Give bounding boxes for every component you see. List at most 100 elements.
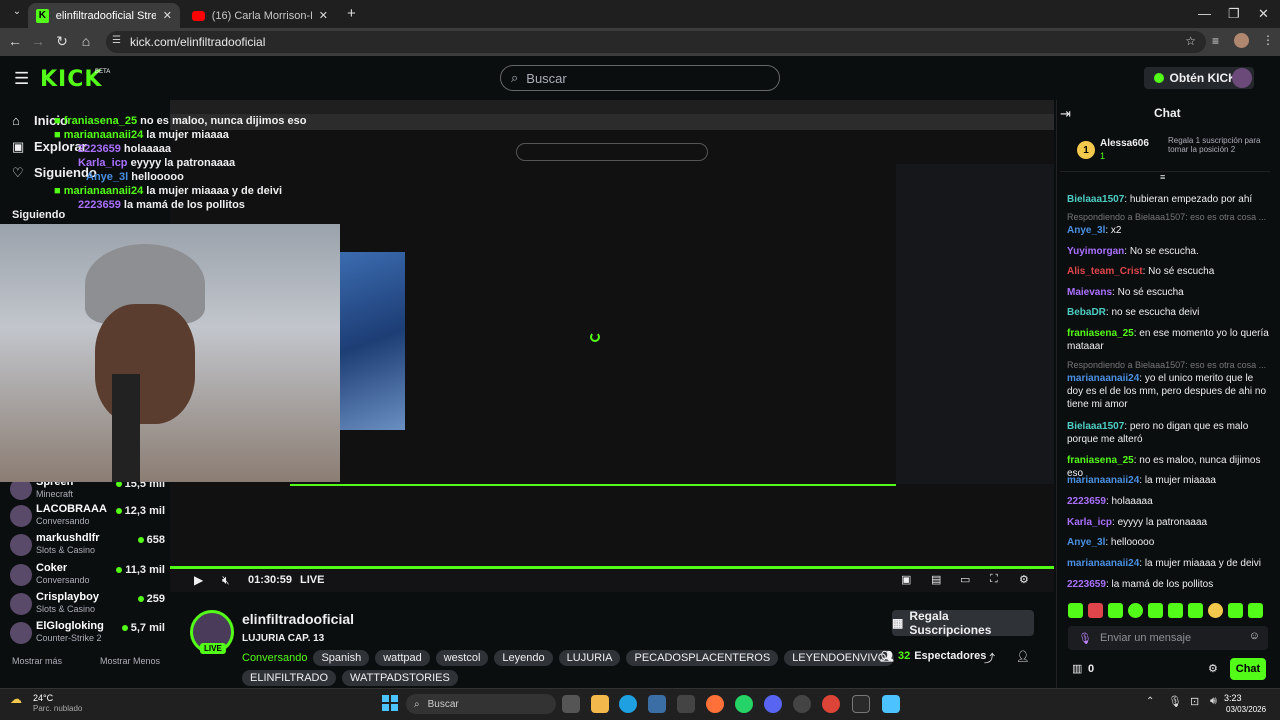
emote-icon[interactable] [1248,603,1263,618]
tag-chip[interactable]: Leyendo [494,650,553,666]
tag-chip[interactable]: LUJURIA [558,650,621,666]
maximize-icon[interactable]: ❐ [1228,6,1240,22]
channel-item-elglogloking[interactable]: ElGlogloking Counter-Strike 2 5,7 mil [10,620,165,650]
fullscreen-icon[interactable]: ⛶ [990,573,998,586]
close-tab-icon[interactable]: ✕ [319,9,328,22]
obs-icon[interactable] [793,695,811,713]
close-tab-icon[interactable]: ✕ [163,9,172,22]
show-more-link[interactable]: Mostrar más [12,656,62,666]
clock-time[interactable]: 3:23 [1224,693,1242,703]
play-icon[interactable]: ▶ [194,573,203,587]
miniplayer-icon[interactable]: ▣ [901,573,911,586]
kick-logo[interactable]: KICK [40,67,102,92]
address-bar[interactable]: ☰ kick.com/elinfiltradooficial ☆ [106,31,1206,53]
site-info-icon[interactable]: ☰ [112,35,121,46]
follow-user-icon[interactable]: 👤︎ [1016,650,1030,663]
tag-chip[interactable]: Spanish [313,650,370,666]
channel-item-markushdlfr[interactable]: markushdlfr Slots & Casino 658 [10,532,165,562]
share-icon[interactable]: ⤴ [984,650,995,666]
emoji-icon[interactable]: ☺ [1249,630,1260,642]
chat-input[interactable]: 🎙︎ Enviar un mensaje ☺ [1068,626,1268,650]
tag-chip[interactable]: WATTPADSTORIES [342,670,458,686]
browser-menu-icon[interactable]: ⋮ [1262,33,1274,47]
overlay-message: 2223659 la mamá de los pollitos [78,199,245,211]
edge-icon[interactable] [619,695,637,713]
file-explorer-icon[interactable] [591,695,609,713]
tag-chip[interactable]: LEYENDOENVIVO [784,650,895,666]
live-indicator: LIVE [300,574,325,586]
tray-chevron-icon[interactable]: ⌃ [1146,696,1154,707]
category-link[interactable]: Conversando [242,652,307,664]
emote-icon[interactable] [1128,603,1143,618]
emote-icon[interactable] [1188,603,1203,618]
nested-progress [290,484,896,486]
theater-mode-icon[interactable]: ▭ [960,573,970,586]
nested-browser-tabbar [170,100,1054,114]
clip-icon[interactable]: ▤ [931,573,941,586]
show-less-link[interactable]: Mostrar Menos [100,656,160,666]
top-gifter-name: Alessa606 [1100,138,1149,149]
home-icon[interactable]: ⌂ [73,33,99,49]
tab-search-icon[interactable]: ⌄ [4,6,30,17]
tag-chip[interactable]: westcol [435,650,489,666]
stream-progress-bar[interactable] [170,566,1054,569]
send-chat-button[interactable]: Chat [1230,658,1266,680]
store-icon[interactable] [648,695,666,713]
kicks-icon[interactable]: ▥ [1072,662,1082,675]
user-avatar[interactable] [1232,68,1252,88]
channel-avatar [10,593,32,615]
whatsapp-icon[interactable] [735,695,753,713]
minimize-icon[interactable]: — [1198,6,1211,21]
epic-games-icon[interactable] [852,695,870,713]
app-icon[interactable] [677,695,695,713]
new-tab-icon[interactable]: + [347,5,356,22]
weather-temp[interactable]: 24°C [33,693,53,703]
chrome-icon[interactable] [822,695,840,713]
tag-chip[interactable]: PECADOSPLACENTEROS [626,650,779,666]
emote-icon[interactable] [1148,603,1163,618]
reload-icon[interactable]: ↻ [49,33,75,50]
emote-icon[interactable] [1208,603,1223,618]
discord-icon[interactable] [764,695,782,713]
gift-subs-button[interactable]: ▦ Regala Suscripciones [892,609,1034,637]
channel-name[interactable]: elinfiltradooficial [242,611,354,627]
task-view-icon[interactable] [562,695,580,713]
channel-item-lacobraaa[interactable]: LACOBRAAA Conversando 12,3 mil [10,503,165,533]
taskbar-search[interactable]: ⌕ Buscar [406,694,556,714]
bookmark-star-icon[interactable]: ☆ [1185,34,1196,48]
emote-icon[interactable] [1108,603,1123,618]
channel-item-crisplayboy[interactable]: Crisplayboy Slots & Casino 259 [10,591,165,621]
emote-icon[interactable] [1228,603,1243,618]
channel-item-coker[interactable]: Coker Conversando 11,3 mil [10,562,165,592]
search-input[interactable]: ⌕ Buscar [500,65,780,91]
chat-settings-icon[interactable]: ⚙ [1208,662,1218,675]
tag-chip[interactable]: ELINFILTRADO [242,670,337,686]
extensions-icon[interactable]: ≡ [1212,34,1219,48]
url-text: kick.com/elinfiltradooficial [130,35,266,49]
forward-icon[interactable]: → [25,33,51,49]
emote-icon[interactable] [1088,603,1103,618]
channel-avatar [10,534,32,556]
mic-tray-icon[interactable]: 🎙︎ [1168,695,1182,708]
microphone-icon[interactable]: 🎙︎ [1078,632,1092,645]
tag-chip[interactable]: wattpad [375,650,430,666]
hamburger-menu-icon[interactable]: ☰ [14,69,29,89]
expand-gifters-icon[interactable]: ≡ [1160,172,1165,182]
tab-youtube[interactable]: (16) Carla Morrison-Disfruto Tr... ✕ [184,3,336,28]
windows-start-icon[interactable] [382,695,398,711]
channel-category: Slots & Casino [36,545,96,555]
settings-icon[interactable]: ⚙ [1019,573,1029,586]
emote-icon[interactable] [1068,603,1083,618]
firefox-icon[interactable] [706,695,724,713]
collapse-chat-icon[interactable]: ⇥ [1060,106,1071,122]
profile-avatar[interactable] [1234,33,1249,48]
mute-icon[interactable]: 🔇︎ [222,573,230,588]
tab-kick-stream[interactable]: K elinfiltradooficial Stream - Watc ✕ [28,3,180,28]
close-window-icon[interactable]: ✕ [1258,6,1269,22]
volume-icon[interactable]: 🔊︎ [1210,695,1217,708]
chat-message: BebaDR: no se escucha deivi [1067,307,1200,318]
emote-icon[interactable] [1168,603,1183,618]
network-icon[interactable]: ⊡ [1190,695,1199,708]
notepad-icon[interactable] [882,695,900,713]
overlay-message: Karla_icp eyyyy la patronaaaa [78,157,236,169]
